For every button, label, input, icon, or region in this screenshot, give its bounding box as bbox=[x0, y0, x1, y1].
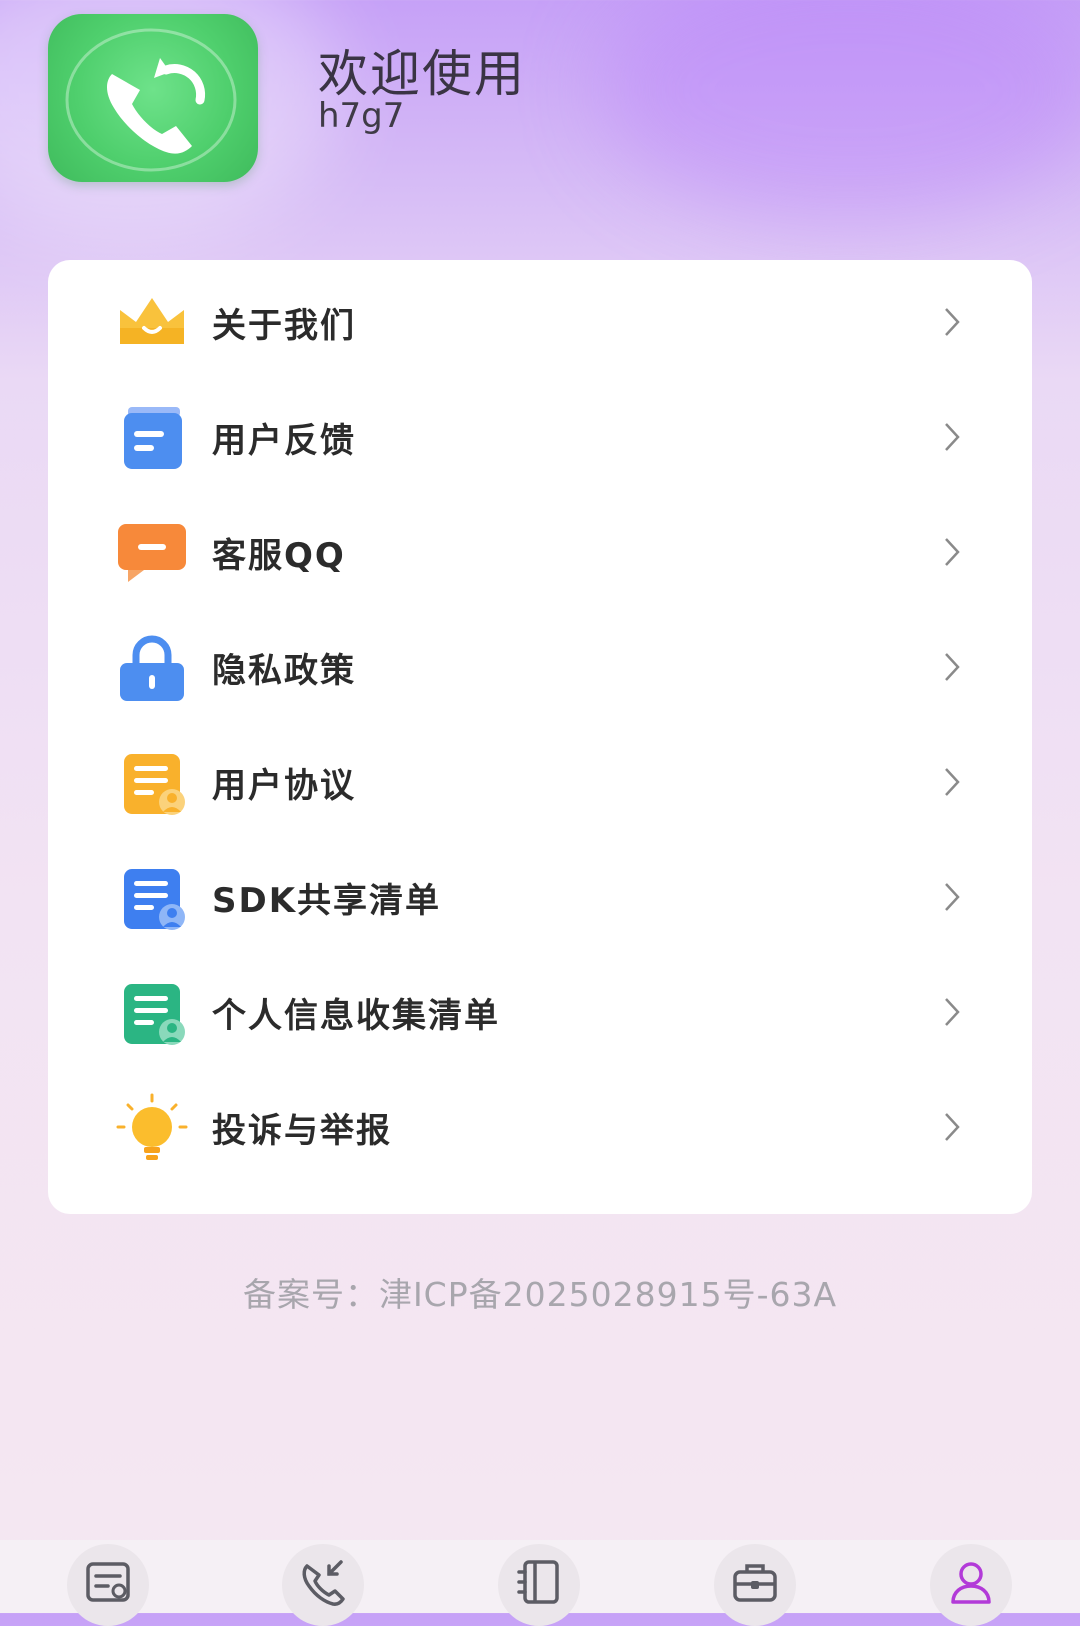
menu-item-user-agreement[interactable]: 用户协议 bbox=[48, 726, 1032, 841]
app-logo bbox=[48, 14, 258, 182]
chevron-right-icon bbox=[945, 423, 960, 451]
tab-tools[interactable] bbox=[714, 1544, 796, 1626]
menu-item-about-us[interactable]: 关于我们 bbox=[48, 266, 1032, 381]
menu-item-label: 客服QQ bbox=[212, 536, 346, 576]
menu-item-label: 用户协议 bbox=[212, 766, 356, 806]
contacts-book-icon bbox=[517, 1560, 559, 1604]
sdk-list-icon bbox=[124, 869, 185, 930]
feedback-note-icon bbox=[124, 407, 182, 469]
menu-item-complaint-report[interactable]: 投诉与举报 bbox=[48, 1071, 1032, 1186]
menu-card: 关于我们 用户反馈 客服QQ 隐私政策 用户协议 SDK共享清单 个人信息收集清… bbox=[48, 260, 1032, 1214]
menu-item-sdk-share-list[interactable]: SDK共享清单 bbox=[48, 841, 1032, 956]
menu-item-label: 个人信息收集清单 bbox=[212, 996, 500, 1036]
toolbox-icon bbox=[733, 1564, 777, 1602]
tab-contacts[interactable] bbox=[498, 1544, 580, 1626]
personal-info-list-icon bbox=[124, 984, 185, 1045]
menu-item-feedback[interactable]: 用户反馈 bbox=[48, 381, 1032, 496]
chevron-right-icon bbox=[945, 883, 960, 911]
tab-records[interactable] bbox=[67, 1544, 149, 1626]
chat-bubble-icon bbox=[118, 524, 186, 582]
phone-callback-icon bbox=[65, 28, 237, 172]
profile-icon bbox=[951, 1562, 991, 1604]
menu-item-privacy-policy[interactable]: 隐私政策 bbox=[48, 611, 1032, 726]
lock-icon bbox=[120, 635, 184, 701]
menu-item-label: SDK共享清单 bbox=[212, 881, 442, 921]
menu-item-label: 用户反馈 bbox=[212, 421, 356, 461]
menu-item-personal-info-list[interactable]: 个人信息收集清单 bbox=[48, 956, 1032, 1071]
bottom-tab-bar bbox=[0, 1540, 1080, 1626]
chevron-right-icon bbox=[945, 538, 960, 566]
chevron-right-icon bbox=[945, 653, 960, 681]
menu-item-customer-service-qq[interactable]: 客服QQ bbox=[48, 496, 1032, 611]
chevron-right-icon bbox=[945, 308, 960, 336]
menu-item-label: 投诉与举报 bbox=[212, 1111, 392, 1151]
agreement-document-icon bbox=[124, 754, 185, 815]
lightbulb-icon bbox=[116, 1093, 188, 1160]
incoming-call-icon bbox=[302, 1560, 345, 1606]
username: h7g7 bbox=[318, 96, 405, 136]
crown-icon bbox=[120, 298, 184, 344]
records-icon bbox=[86, 1562, 130, 1602]
menu-item-label: 隐私政策 bbox=[212, 651, 356, 691]
menu-item-label: 关于我们 bbox=[212, 306, 356, 346]
tab-calls[interactable] bbox=[282, 1544, 364, 1626]
chevron-right-icon bbox=[945, 998, 960, 1026]
tab-profile[interactable] bbox=[930, 1544, 1012, 1626]
icp-record-number: 备案号：津ICP备2025028915号-63A bbox=[242, 1275, 838, 1314]
chevron-right-icon bbox=[945, 768, 960, 796]
chevron-right-icon bbox=[945, 1113, 960, 1141]
